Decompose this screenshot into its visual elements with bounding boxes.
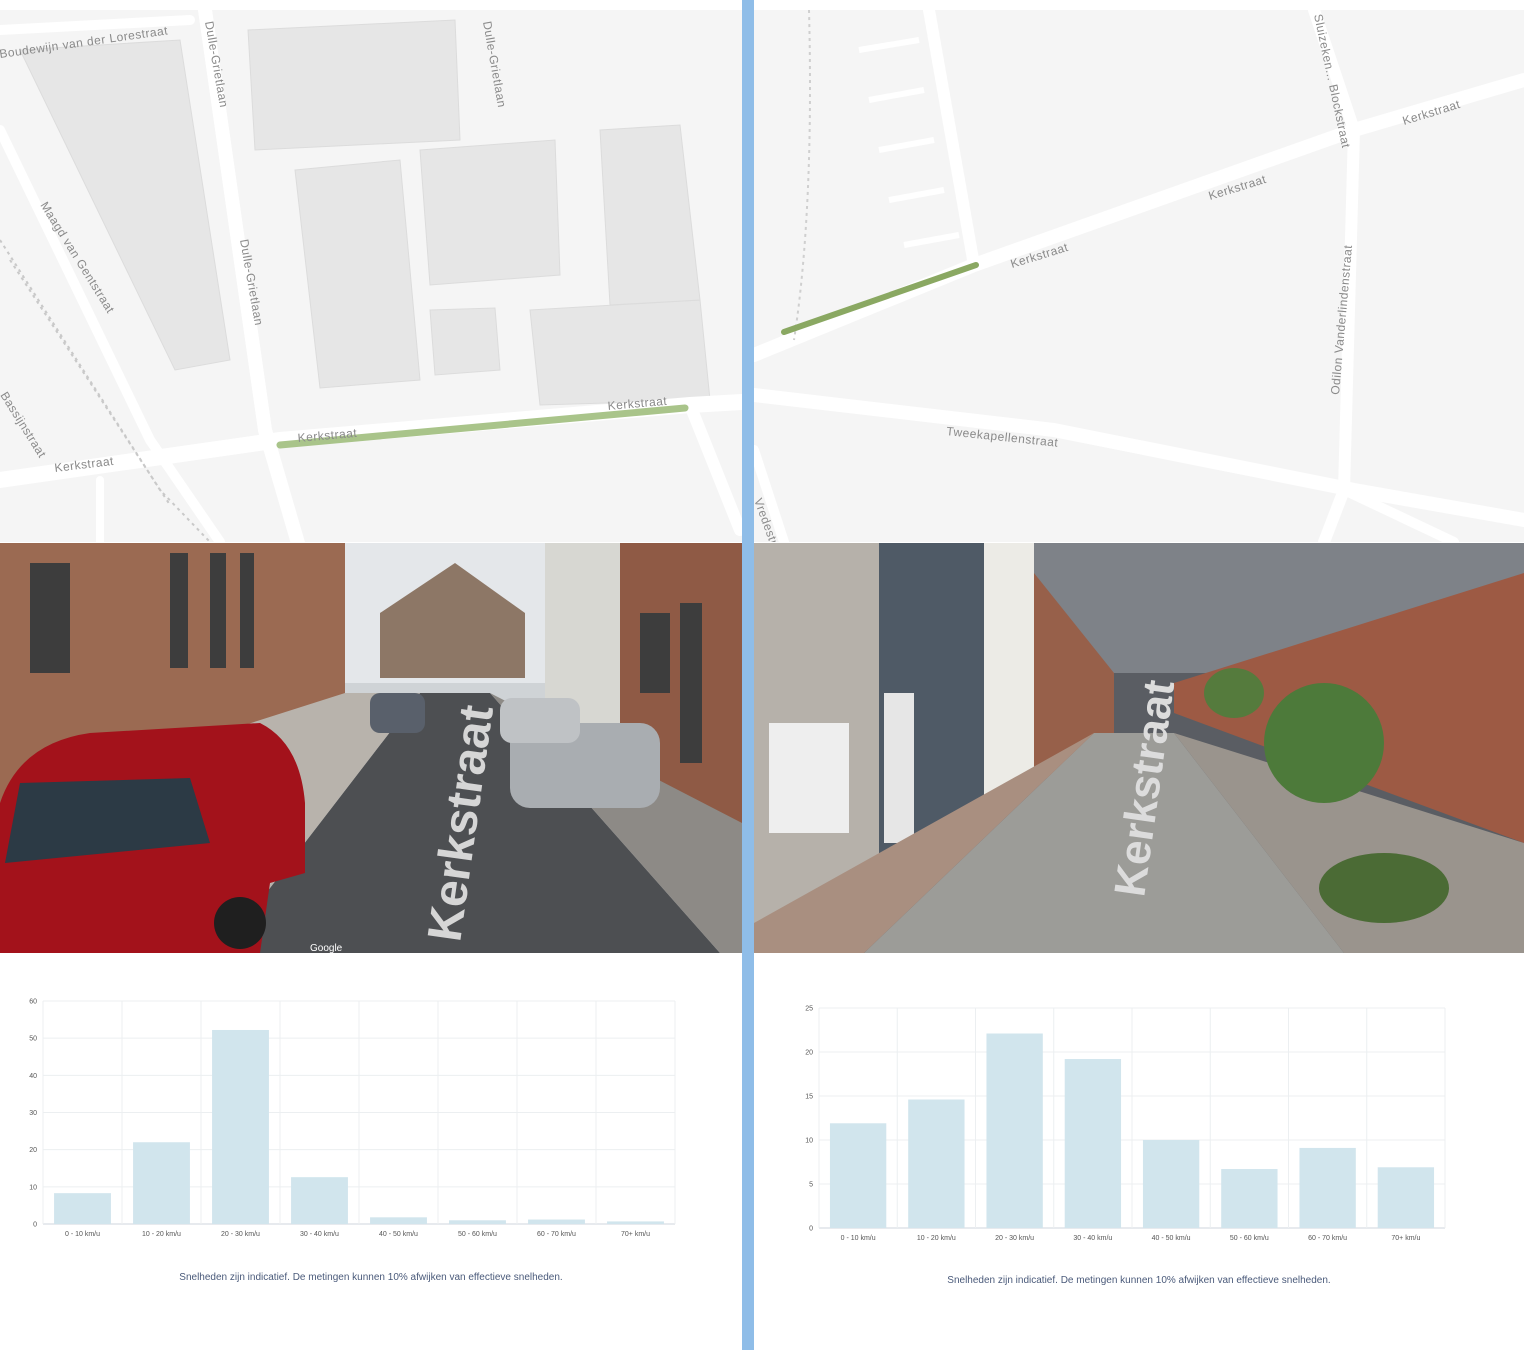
x-tick-label: 50 - 60 km/u — [458, 1231, 497, 1238]
x-tick-label: 0 - 10 km/u — [65, 1231, 100, 1238]
x-tick-label: 20 - 30 km/u — [995, 1235, 1034, 1242]
left-streetview-image: Kerkstraat Google — [0, 543, 742, 953]
x-tick-label: 10 - 20 km/u — [142, 1231, 181, 1238]
right-streetview-image: Kerkstraat — [754, 543, 1524, 953]
x-tick-label: 10 - 20 km/u — [917, 1235, 956, 1242]
x-tick-label: 0 - 10 km/u — [841, 1235, 876, 1242]
y-tick-label: 10 — [805, 1138, 813, 1145]
left-chart-bar[interactable] — [449, 1220, 506, 1224]
left-map-canvas: Boudewijn van der Lorestraat Dulle-Griet… — [0, 10, 742, 542]
x-tick-label: 30 - 40 km/u — [300, 1231, 339, 1238]
x-tick-label: 40 - 50 km/u — [1152, 1235, 1191, 1242]
right-chart-bar[interactable] — [1142, 1140, 1200, 1228]
left-chart-bar[interactable] — [54, 1193, 111, 1224]
left-streetview[interactable]: Kerkstraat Google — [0, 543, 742, 953]
right-chart-bar[interactable] — [1299, 1147, 1356, 1228]
left-chart-bar[interactable] — [528, 1219, 585, 1224]
right-chart-bar[interactable] — [986, 1033, 1043, 1228]
left-chart-bar[interactable] — [133, 1142, 190, 1224]
google-watermark: Google — [310, 943, 343, 953]
y-tick-label: 5 — [809, 1182, 813, 1189]
y-tick-label: 50 — [29, 1036, 37, 1043]
y-tick-label: 20 — [805, 1050, 813, 1057]
x-tick-label: 30 - 40 km/u — [1073, 1235, 1112, 1242]
right-streetview[interactable]: Kerkstraat — [754, 543, 1524, 953]
y-tick-label: 60 — [29, 999, 37, 1006]
left-chart-bar[interactable] — [212, 1029, 269, 1224]
y-tick-label: 0 — [33, 1222, 37, 1229]
y-tick-label: 0 — [809, 1226, 813, 1233]
left-chart-bar[interactable] — [291, 1177, 348, 1224]
left-chart-bar[interactable] — [370, 1217, 427, 1224]
left-chart-bar[interactable] — [607, 1221, 664, 1224]
left-map[interactable]: Boudewijn van der Lorestraat Dulle-Griet… — [0, 10, 742, 542]
right-map[interactable]: Kerkstraat Kerkstraat Kerkstraat Tweekap… — [754, 10, 1524, 542]
y-tick-label: 30 — [29, 1110, 37, 1117]
x-tick-label: 70+ km/u — [1391, 1235, 1420, 1242]
right-chart-bar[interactable] — [1064, 1059, 1122, 1228]
right-chart-bar[interactable] — [829, 1123, 887, 1228]
right-chart-bar[interactable] — [1221, 1169, 1278, 1228]
right-footnote: Snelheden zijn indicatief. De metingen k… — [947, 1275, 1331, 1286]
y-tick-label: 40 — [29, 1073, 37, 1080]
right-speed-chart: 0 5 10 15 20 25 0 - 10 km/u 10 - 20 km/u 20 - 30… — [754, 998, 1524, 1258]
y-tick-label: 25 — [805, 1006, 813, 1013]
right-chart-bar[interactable] — [1377, 1167, 1435, 1228]
left-footnote: Snelheden zijn indicatief. De metingen k… — [179, 1272, 563, 1283]
x-tick-label: 20 - 30 km/u — [221, 1231, 260, 1238]
y-tick-label: 20 — [29, 1147, 37, 1154]
left-panel: Boudewijn van der Lorestraat Dulle-Griet… — [0, 0, 742, 1350]
x-tick-label: 60 - 70 km/u — [1308, 1235, 1347, 1242]
x-tick-label: 40 - 50 km/u — [379, 1231, 418, 1238]
panel-divider — [742, 0, 754, 1350]
x-tick-label: 60 - 70 km/u — [537, 1231, 576, 1238]
x-tick-label: 50 - 60 km/u — [1230, 1235, 1269, 1242]
right-chart-bar[interactable] — [908, 1099, 965, 1228]
y-tick-label: 10 — [29, 1184, 37, 1191]
left-speed-chart: 0 10 20 30 40 50 60 0 - 10 km/u 10 - 20 km/u 20 -… — [0, 990, 742, 1250]
right-panel: Kerkstraat Kerkstraat Kerkstraat Tweekap… — [754, 0, 1524, 1350]
y-tick-label: 15 — [805, 1094, 813, 1101]
left-speed-chart-svg: 0 10 20 30 40 50 60 0 - 10 km/u 10 - 20 km/u 20 -… — [29, 999, 676, 1238]
right-map-canvas: Kerkstraat Kerkstraat Kerkstraat Tweekap… — [754, 10, 1524, 542]
x-tick-label: 70+ km/u — [621, 1231, 650, 1238]
right-speed-chart-svg: 0 5 10 15 20 25 0 - 10 km/u 10 - 20 km/u 20 - 30… — [805, 1006, 1446, 1242]
